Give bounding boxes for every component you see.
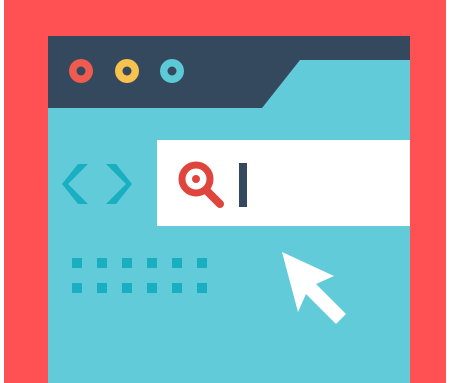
window-controls: [69, 59, 184, 83]
grid-square: [197, 258, 207, 268]
search-input[interactable]: [157, 140, 410, 226]
grid-square: [172, 258, 182, 268]
grid-square: [97, 258, 107, 268]
grid-square: [147, 283, 157, 293]
red-dot-icon-center: [76, 66, 86, 76]
yellow-dot-icon-center: [122, 66, 132, 76]
browser-search-illustration: [4, 0, 446, 383]
grid-square: [72, 258, 82, 268]
illustration-stage: [0, 0, 450, 383]
grid-square: [122, 283, 132, 293]
grid-square: [197, 283, 207, 293]
grid-square: [72, 283, 82, 293]
teal-dot-icon-center: [167, 66, 177, 76]
grid-square: [97, 283, 107, 293]
magnifier-lens: [192, 175, 200, 183]
grid-square: [147, 258, 157, 268]
grid-square: [172, 283, 182, 293]
grid-square: [122, 258, 132, 268]
text-cursor-icon: [239, 163, 247, 207]
